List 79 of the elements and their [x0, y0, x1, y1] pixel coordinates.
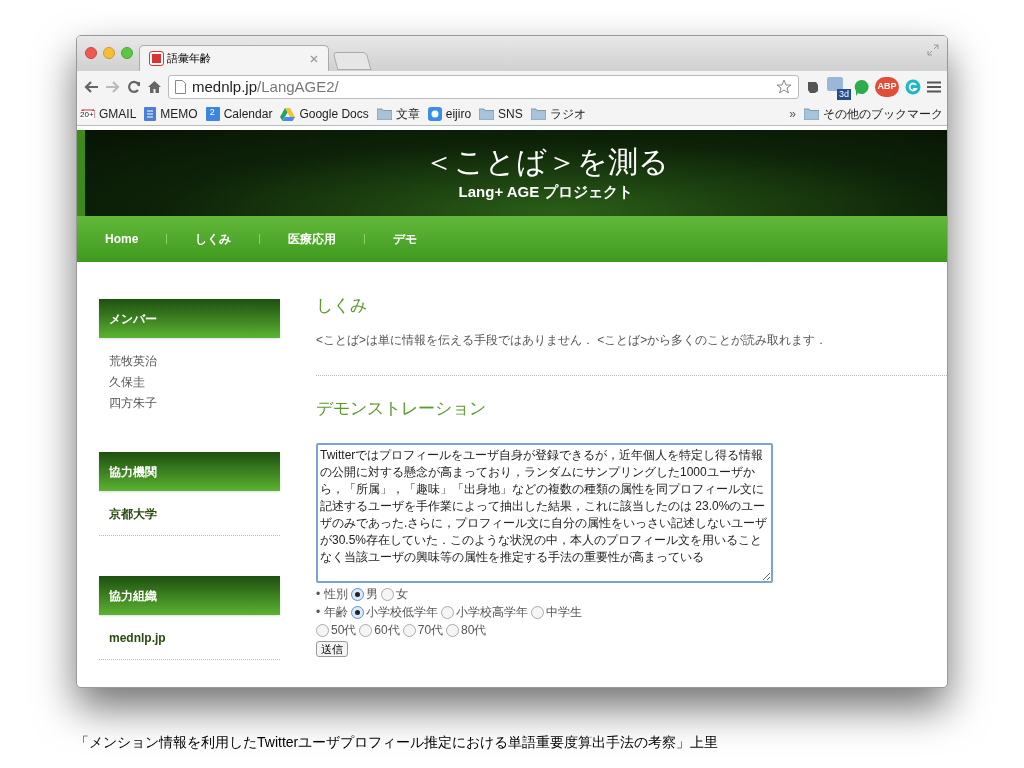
triangle-icon [280, 107, 296, 121]
radio-button[interactable] [351, 605, 365, 619]
radio-button[interactable] [402, 623, 416, 637]
radio-label: 60代 [374, 622, 400, 639]
page-icon [175, 80, 186, 94]
sidebar-heading: メンバー [99, 299, 280, 338]
member-name: 四方朱子 [109, 395, 158, 412]
address-bar[interactable]: mednlp.jp/LangAGE2/ [168, 75, 799, 99]
extension-badge: 3d [837, 89, 851, 100]
sidebar-link[interactable]: 京都大学 [109, 505, 280, 523]
sidebar-heading: 協力機関 [99, 452, 280, 491]
bullet: • [316, 604, 321, 621]
mail-badge: 20+ [80, 111, 94, 119]
minimize-button[interactable] [103, 46, 115, 59]
circle-icon[interactable] [905, 79, 921, 95]
folder-icon [376, 108, 392, 120]
radio-button[interactable] [446, 623, 460, 637]
chat-icon[interactable] [853, 78, 869, 96]
star-icon[interactable] [776, 79, 792, 95]
field-label: 性別 [324, 586, 349, 603]
bookmark-item[interactable]: SNS [479, 105, 523, 123]
bookmark-item[interactable]: 文章 [376, 105, 420, 123]
bookmark-item[interactable]: ラジオ [530, 105, 586, 123]
member-name: 久保圭 [109, 374, 146, 391]
calendar-day: 2 [209, 106, 215, 120]
new-tab-button[interactable] [332, 52, 372, 70]
bullet: • [316, 586, 321, 603]
site-icon [150, 52, 163, 65]
section-heading: デモンストレーション [316, 397, 487, 420]
menu-icon[interactable] [927, 81, 941, 93]
radio-label: 小学校高学年 [456, 604, 529, 621]
radio-button[interactable] [441, 605, 455, 619]
folder-icon [804, 108, 819, 120]
figure-caption: 「メンション情報を利用したTwitterユーザプロフィール推定における単語重要度算出手法の考察」上里 [75, 733, 719, 752]
back-icon[interactable] [83, 80, 99, 94]
bookmark-item[interactable]: 2 Calendar [205, 105, 273, 123]
sidebar-heading: 協力組織 [99, 576, 280, 615]
bookmark-item[interactable]: MEMO [144, 105, 198, 123]
radio-button[interactable] [316, 623, 329, 637]
bookmark-item[interactable]: その他のブックマーク [804, 105, 943, 123]
overflow-chevron[interactable]: » [789, 105, 796, 123]
close-button[interactable] [85, 46, 97, 59]
radio-button[interactable] [381, 587, 395, 601]
radio-label: 50代 [331, 622, 357, 639]
folder-icon [479, 108, 495, 120]
member-name: 荒牧英治 [109, 353, 158, 370]
app-icon [427, 107, 442, 121]
bookmark-item[interactable]: 20+ GMAIL [81, 105, 137, 123]
reload-icon[interactable] [127, 80, 141, 94]
tab-title: 語彙年齢 [167, 51, 212, 67]
maximize-button[interactable] [121, 46, 133, 59]
radio-label: 70代 [417, 622, 444, 639]
browser-tab[interactable]: 語彙年齢 [139, 45, 329, 71]
radio-button[interactable] [531, 605, 545, 619]
bookmark-item[interactable]: eijiro [427, 105, 472, 123]
forward-icon[interactable] [105, 80, 121, 94]
text-input[interactable]: Twitterではプロフィールをユーザ自身が登録できるが，近年個人を特定し得る情報の公開に対する懸念が高まっており，ランダムにサンプリングした1000ユーザから，「所属」，「趣味」「出身地」などの複数の種類の属性を同プロフィール文に記述するユーザを手作業によって抽出した結果，これに該当したのは 23.0%のユーザのみであった.さらに，プロフィール文に自分の属性をいっさい記述しないユーザが30.5%存在していた．このような状況の中，本人のプロフィール文を用いることなく当該ユーザの興味等の属性を推定する手法の重要性が高まっている [316, 443, 773, 583]
section-text: <ことば>は単に情報を伝える手段ではありません． <ことば>から多くのことが読み取れます． [316, 331, 829, 349]
radio-label: 男 [366, 586, 379, 603]
radio-button[interactable] [351, 587, 365, 601]
radio-label: 80代 [461, 622, 487, 639]
adblock-button[interactable]: ABP [875, 77, 899, 97]
site-title: ＜ことば＞を測る [423, 142, 669, 181]
home-icon[interactable] [147, 80, 162, 94]
fullscreen-icon[interactable] [927, 44, 939, 56]
submit-button[interactable]: 送信 [316, 641, 348, 657]
radio-button[interactable] [359, 623, 373, 637]
site-subtitle: Lang+ AGE プロジェクト [458, 181, 634, 202]
field-label: 年齢 [324, 604, 349, 621]
close-icon[interactable] [310, 54, 318, 63]
sidebar-link[interactable]: mednlp.jp [109, 629, 280, 647]
folder-icon [530, 108, 546, 120]
radio-label: 女 [396, 586, 409, 603]
bookmark-item[interactable]: Google Docs [280, 105, 369, 123]
document-icon [144, 107, 157, 121]
section-heading: しくみ [316, 295, 368, 317]
radio-label: 小学校低学年 [366, 604, 439, 621]
radio-label: 中学生 [546, 604, 583, 621]
url-text: mednlp.jp/LangAGE2/ [192, 76, 340, 97]
